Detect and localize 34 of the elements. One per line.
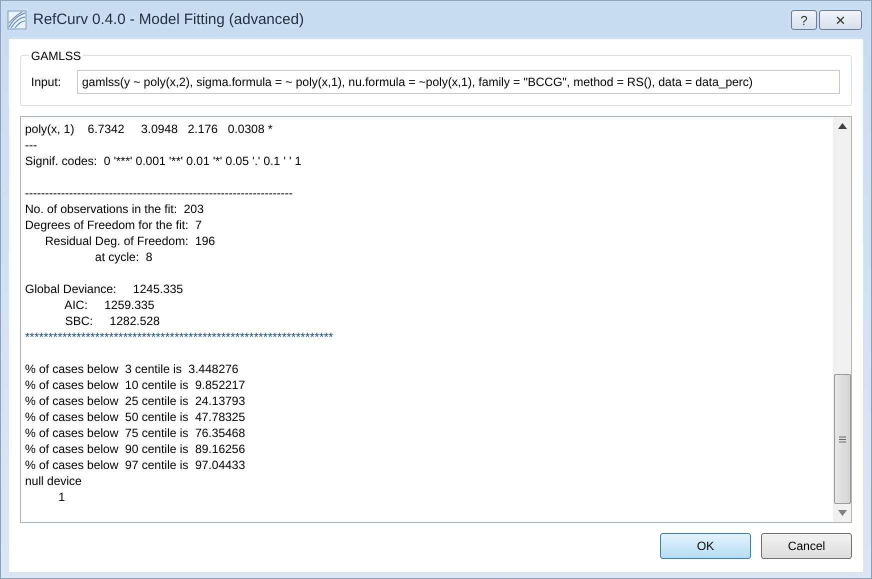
output-line: AIC: 1259.335 [63,297,154,313]
output-line: Global Deviance: 1245.335 [25,281,184,297]
app-logo-icon [7,10,27,30]
grip-icon [838,436,846,442]
output-line: Degrees of Freedom for the fit: 7 [25,217,202,233]
input-field[interactable]: gamlss(y ~ poly(x,2), sigma.formula = ~ poly(x,1), nu.formula = ~poly(x,1), family = "BCCG", method = RS(), data = data_perc) [77,70,840,94]
close-button[interactable]: ✕ [819,10,862,30]
dialog-button[interactable]: OK [660,533,751,559]
output-line: SBC: 1282.528 [64,313,160,329]
output-line: ------------------------------------------------------------------- [25,185,293,201]
output-line: % of cases below 90 centile is 89.16256 [25,441,246,457]
output-line: % of cases below 10 centile is 9.852217 [25,377,246,393]
output-line: % of cases below 3 centile is 3.448276 [25,361,238,377]
output-line: null device [25,473,82,489]
output-line: at cycle: 8 [94,249,152,265]
output-line: % of cases below 97 centile is 97.04433 [25,457,246,473]
window-title: RefCurv 0.4.0 - Model Fitting (advanced) [33,10,304,30]
output-line: --- [25,137,37,153]
scrollbar[interactable] [833,117,851,522]
output-line: % of cases below 75 centile is 76.35468 [25,425,246,441]
output-line: Residual Deg. of Freedom: 196 [44,233,216,249]
input-label: Input: [31,74,62,90]
output-line: % of cases below 25 centile is 24.13793 [25,393,246,409]
scroll-down-icon[interactable] [838,510,846,516]
help-button[interactable]: ? [791,10,817,30]
output-line: poly(x, 1) 6.7342 3.0948 2.176 0.0308 * [25,121,272,137]
scroll-thumb[interactable] [834,374,850,504]
scroll-up-icon[interactable] [838,123,846,129]
output-line: 1 [57,489,66,505]
output-line: % of cases below 50 centile is 47.78325 [25,409,246,425]
dialog-button[interactable]: Cancel [761,533,852,559]
output-line: ****************************************************************** [25,329,334,345]
output-line: No. of observations in the fit: 203 [25,201,204,217]
output-line: Signif. codes: 0 '***' 0.001 '**' 0.01 '*' 0.05 '.' 0.1 ' ' 1 [25,153,302,169]
